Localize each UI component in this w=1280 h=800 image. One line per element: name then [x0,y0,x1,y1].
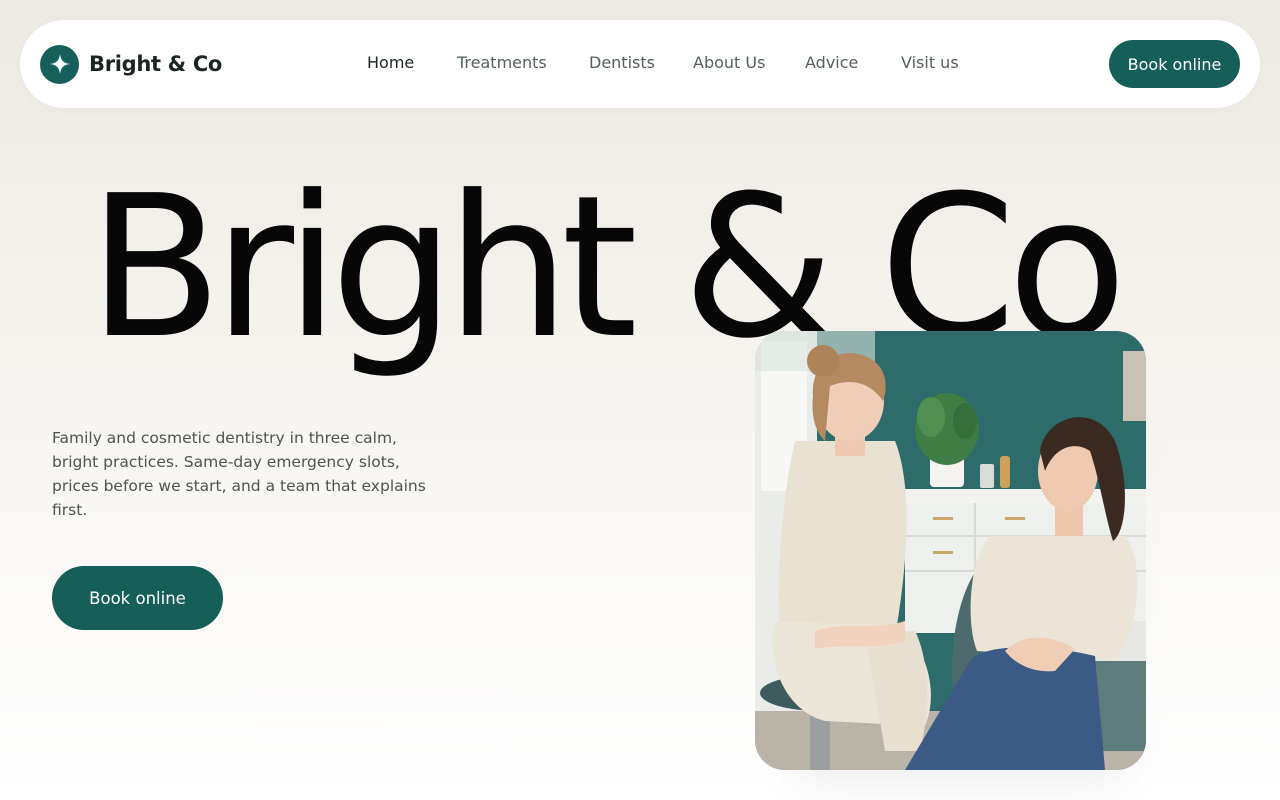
nav-link-visit-us[interactable]: Visit us [901,53,959,72]
hero-photo [755,331,1146,770]
top-navigation: Bright & Co Home Treatments Dentists Abo… [20,20,1260,108]
hero-description: Family and cosmetic dentistry in three c… [52,429,426,519]
nav-book-online-button[interactable]: Book online [1109,40,1240,88]
hero-book-online-button[interactable]: Book online [52,566,223,630]
nav-link-dentists[interactable]: Dentists [589,53,655,72]
nav-link-treatments[interactable]: Treatments [457,53,547,72]
nav-link-home[interactable]: Home [367,53,414,72]
nav-link-advice[interactable]: Advice [805,53,858,72]
main-menu: Home Treatments Dentists About Us Advice… [20,20,1260,108]
nav-link-about-us[interactable]: About Us [693,53,765,72]
